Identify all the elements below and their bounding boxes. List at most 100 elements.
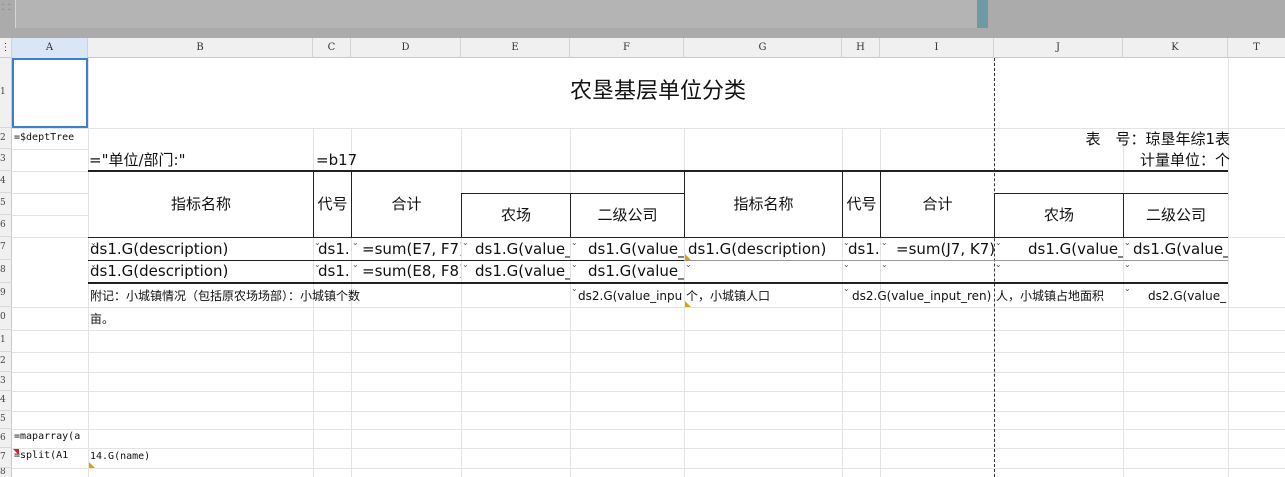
formula-bar-area: · · · · xyxy=(0,0,1285,38)
header-indicator-name: 指标名称 xyxy=(170,195,231,213)
cell-e7[interactable]: ds1.G(value_ xyxy=(475,238,570,260)
gridline xyxy=(1228,58,1229,477)
gridline xyxy=(12,429,1285,430)
form-number[interactable]: 表 号：琼垦年综1表 xyxy=(1012,129,1230,149)
measurement-unit[interactable]: 计量单位：个 xyxy=(1112,150,1230,170)
row-header-16[interactable]: 6 xyxy=(0,429,12,448)
cell-c3[interactable]: =b17 xyxy=(316,150,456,170)
row-header-14[interactable]: 4 xyxy=(0,391,12,411)
column-header-a[interactable]: A xyxy=(12,38,88,58)
column-header-j[interactable]: J xyxy=(994,38,1123,58)
gridline xyxy=(12,307,1285,308)
column-header-k[interactable]: K xyxy=(1123,38,1228,58)
expand-down-icon: ⌄ xyxy=(1124,284,1131,293)
expand-down-icon: ⌄ xyxy=(314,238,321,247)
row-header-8[interactable]: 8 xyxy=(0,260,12,283)
cell-k9[interactable]: ds2.G(value_ xyxy=(1148,286,1228,306)
gridline xyxy=(12,411,1285,412)
header-farm: 农场 xyxy=(500,206,531,224)
row-header-10[interactable]: 0 xyxy=(0,307,12,330)
cell-i7[interactable]: =sum(J7, K7) xyxy=(896,238,994,260)
cell-b3[interactable]: ="单位/部门:" xyxy=(89,150,313,170)
row-header-9[interactable]: 9 xyxy=(0,283,12,307)
gridline xyxy=(12,149,88,150)
column-header-b[interactable]: B xyxy=(88,38,313,58)
cell-d8[interactable]: =sum(E8, F8) xyxy=(362,261,461,282)
splitter-handle[interactable] xyxy=(977,0,988,28)
row-header-4[interactable]: 4 xyxy=(0,171,12,193)
row-header-12[interactable]: 2 xyxy=(0,352,12,372)
spreadsheet-grid[interactable]: 农垦基层单位分类 =$deptTree 表 号：琼垦年综1表 ="单位/部门:"… xyxy=(12,58,1285,477)
column-header-h[interactable]: H xyxy=(842,38,880,58)
cell-d7[interactable]: =sum(E7, F7) xyxy=(362,238,461,260)
row-header-6[interactable]: 6 xyxy=(0,215,12,237)
column-header-c[interactable]: C xyxy=(313,38,351,58)
header-farm: 农场 xyxy=(1043,206,1074,224)
select-all-corner[interactable]: ⋮ xyxy=(0,38,12,58)
expand-down-icon: ⌄ xyxy=(1124,260,1131,269)
comment-indicator-icon[interactable] xyxy=(685,301,691,307)
column-header-t[interactable]: T xyxy=(1228,38,1285,58)
row-header-3[interactable]: 3 xyxy=(0,149,12,171)
expand-down-icon: ⌄ xyxy=(995,260,1002,269)
column-header-e[interactable]: E xyxy=(461,38,570,58)
row-header-15[interactable]: 5 xyxy=(0,411,12,429)
table-border-bottom xyxy=(88,282,1228,284)
expand-down-icon: ⌄ xyxy=(90,260,97,269)
column-header-d[interactable]: D xyxy=(351,38,461,58)
cell-h7[interactable]: ds1. xyxy=(848,238,880,260)
cell-f9[interactable]: ds2.G(value_inpu xyxy=(578,286,684,306)
expand-down-icon: ⌄ xyxy=(462,260,469,269)
grip-icon[interactable]: · · · · xyxy=(0,0,12,28)
gridline xyxy=(12,330,1285,331)
gridline xyxy=(12,215,88,216)
cell-c7[interactable]: ds1. xyxy=(318,238,351,260)
row-header-13[interactable]: 3 xyxy=(0,372,12,391)
cell-a16[interactable]: =maparray(a xyxy=(14,431,88,445)
row-header-7[interactable]: 7 xyxy=(0,237,12,260)
row-header-11[interactable]: 1 xyxy=(0,330,12,352)
cell-b17[interactable]: 14.G(name) xyxy=(90,451,230,465)
row-header-5[interactable]: 5 xyxy=(0,193,12,215)
gridline xyxy=(12,352,1285,353)
gridline xyxy=(12,468,1285,469)
cell-b9[interactable]: 附记：小城镇情况（包括原农场场部）：小城镇个数 xyxy=(90,286,570,306)
cell-j9[interactable]: 人，小城镇占地面积 xyxy=(996,286,1123,306)
cell-b8[interactable]: ds1.G(description) xyxy=(90,261,313,282)
cell-f8[interactable]: ds1.G(value_ xyxy=(588,261,684,282)
cell-a2[interactable]: =$deptTree xyxy=(14,132,88,146)
header-code: 代号 xyxy=(846,195,877,213)
column-header: ⋮ A B C D E F G H I J K T xyxy=(0,38,1285,58)
header-border xyxy=(461,193,684,194)
column-header-i[interactable]: I xyxy=(880,38,994,58)
row-header-1[interactable]: 1 xyxy=(0,58,12,128)
cell-b7[interactable]: ds1.G(description) xyxy=(90,238,313,260)
error-indicator-icon[interactable] xyxy=(13,449,19,455)
cell-k7[interactable]: ds1.G(value_ xyxy=(1133,238,1228,260)
column-header-g[interactable]: G xyxy=(684,38,842,58)
cell-i9[interactable]: ds2.G(value_input_ren) xyxy=(852,286,994,306)
formula-bar[interactable] xyxy=(15,0,977,28)
gridline xyxy=(12,193,88,194)
column-header-f[interactable]: F xyxy=(570,38,684,58)
cell-f7[interactable]: ds1.G(value_ xyxy=(588,238,684,260)
row-header-17[interactable]: 7 xyxy=(0,448,12,468)
cell-j7[interactable]: ds1.G(value_ xyxy=(1028,238,1123,260)
cell-b10[interactable]: 亩。 xyxy=(90,309,290,329)
comment-indicator-icon[interactable] xyxy=(89,462,95,468)
cell-c8[interactable]: ds1. xyxy=(318,261,351,282)
comment-indicator-icon[interactable] xyxy=(685,254,691,260)
expand-down-icon: ⌄ xyxy=(843,238,850,247)
expand-down-icon: ⌄ xyxy=(843,260,850,269)
expand-down-icon: ⌄ xyxy=(995,238,1002,247)
cell-g7[interactable]: ds1.G(description) xyxy=(688,238,842,260)
cell-a17[interactable]: =split(A1 xyxy=(14,450,88,464)
cell-e8[interactable]: ds1.G(value_ xyxy=(475,261,570,282)
cell-g9[interactable]: 个，小城镇人口 xyxy=(686,286,842,306)
selected-cell[interactable] xyxy=(12,58,88,128)
row-header-18[interactable]: 8 xyxy=(0,468,12,477)
table-border-top xyxy=(88,170,1228,172)
row-header-2[interactable]: 2 xyxy=(0,128,12,149)
gridline xyxy=(12,372,1285,373)
expand-down-icon: ⌄ xyxy=(685,260,692,269)
